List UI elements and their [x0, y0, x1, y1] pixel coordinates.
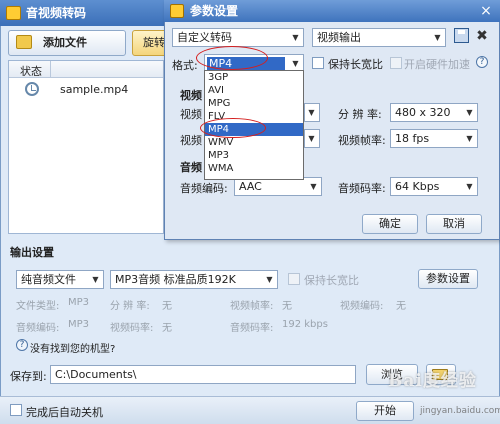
column-divider[interactable]	[50, 61, 51, 78]
audio-codec-label: 音频编码:	[180, 182, 228, 195]
audio-section-label: 音频	[180, 161, 202, 174]
summary-label: 文件类型:	[16, 301, 60, 312]
audio-codec-value: AAC	[239, 180, 262, 193]
chevron-down-icon: ▼	[466, 134, 473, 143]
app-icon	[6, 6, 21, 20]
summary-label: 分 辨 率:	[110, 301, 150, 312]
summary-value: 无	[396, 301, 406, 312]
output-settings-label: 输出设置	[10, 246, 54, 259]
file-list-item[interactable]: sample.mp4	[60, 83, 128, 96]
output-type-select[interactable]: 纯音频文件 ▼	[16, 270, 104, 289]
param-settings-button[interactable]: 参数设置	[418, 269, 478, 289]
output-keep-ratio-checkbox[interactable]	[288, 273, 300, 285]
fps-select[interactable]: 18 fps ▼	[390, 129, 478, 148]
format-option[interactable]: AVI	[205, 84, 303, 97]
resolution-label: 分 辨 率:	[338, 108, 382, 121]
save-path-input[interactable]: C:\Documents\	[50, 365, 356, 384]
no-device-link[interactable]: 没有找到您的机型?	[30, 340, 115, 355]
hw-accel-label: 开启硬件加速	[404, 58, 470, 71]
summary-value: 无	[282, 301, 292, 312]
format-label: 格式:	[172, 59, 198, 72]
summary-label: 音频编码:	[16, 323, 60, 334]
watermark-url: jingyan.baidu.com	[420, 406, 500, 416]
output-kind-select[interactable]: 视频输出 ▼	[312, 28, 446, 47]
output-keep-ratio-label: 保持长宽比	[304, 274, 359, 287]
chevron-down-icon: ▼	[466, 182, 473, 191]
video-section-label: 视频	[180, 89, 202, 102]
status-column-header[interactable]: 状态	[20, 63, 42, 79]
start-button[interactable]: 开始	[356, 401, 414, 421]
chevron-down-icon: ▼	[434, 33, 441, 42]
highlight-ring	[196, 46, 268, 70]
ok-button[interactable]: 确定	[362, 214, 418, 234]
save-to-label: 保存到:	[10, 370, 47, 383]
format-option[interactable]: 3GP	[205, 71, 303, 84]
format-option[interactable]: MPG	[205, 97, 303, 110]
format-option[interactable]: WMA	[205, 162, 303, 175]
chevron-down-icon: ▼	[92, 275, 99, 284]
highlight-ring	[200, 118, 266, 138]
auto-shutdown-checkbox[interactable]	[10, 404, 22, 416]
output-preset-select[interactable]: MP3音频 标准品质192K ▼	[110, 270, 278, 289]
dialog-title-bar: 参数设置	[164, 0, 500, 22]
chevron-down-icon: ▼	[292, 33, 299, 42]
preset-value: 自定义转码	[177, 31, 232, 44]
video-codec-label: 视频	[180, 108, 202, 121]
preset-select[interactable]: 自定义转码 ▼	[172, 28, 304, 47]
video-codec-select[interactable]: ▼	[304, 103, 320, 122]
chevron-down-icon: ▼	[308, 108, 315, 117]
help-icon[interactable]: ?	[476, 56, 488, 68]
chevron-down-icon: ▼	[310, 182, 317, 191]
pending-clock-icon	[25, 82, 39, 96]
format-option[interactable]: MP3	[205, 149, 303, 162]
resolution-value: 480 x 320	[395, 106, 451, 119]
audio-bitrate-value: 64 Kbps	[395, 180, 440, 193]
fps-value: 18 fps	[395, 132, 430, 145]
auto-shutdown-label: 完成后自动关机	[26, 406, 103, 419]
keep-ratio-checkbox[interactable]	[312, 57, 324, 69]
resolution-select[interactable]: 480 x 320 ▼	[390, 103, 478, 122]
summary-value: 无	[162, 301, 172, 312]
audio-bitrate-select[interactable]: 64 Kbps ▼	[390, 177, 478, 196]
chevron-down-icon: ▼	[266, 275, 273, 284]
fps-label: 视频帧率:	[338, 134, 386, 147]
chevron-down-icon: ▼	[308, 134, 315, 143]
summary-value: 192 kbps	[282, 319, 328, 330]
delete-icon[interactable]: ✖	[474, 28, 490, 44]
summary-value: MP3	[68, 319, 90, 330]
question-icon: ?	[16, 339, 28, 351]
output-preset-value: MP3音频 标准品质192K	[115, 273, 236, 286]
summary-label: 音频码率:	[230, 323, 274, 334]
watermark-logo: Bai度经验	[388, 371, 477, 391]
summary-value: MP3	[68, 297, 90, 308]
save-icon[interactable]	[454, 28, 469, 43]
cancel-button[interactable]: 取消	[426, 214, 482, 234]
output-kind-value: 视频输出	[317, 31, 361, 44]
folder-add-icon	[16, 35, 32, 49]
summary-label: 视频帧率:	[230, 301, 274, 312]
output-type-value: 纯音频文件	[21, 273, 76, 286]
chevron-down-icon: ▼	[466, 108, 473, 117]
summary-label: 视频码率:	[110, 323, 154, 334]
video-bitrate-label: 视频	[180, 134, 202, 147]
format-option[interactable]: WMV	[205, 136, 303, 149]
summary-label: 视频编码:	[340, 301, 384, 312]
close-icon[interactable]: ×	[478, 3, 494, 19]
summary-value: 无	[162, 323, 172, 334]
hw-accel-checkbox[interactable]	[390, 57, 402, 69]
video-bitrate-select[interactable]: ▼	[304, 129, 320, 148]
keep-ratio-label: 保持长宽比	[328, 58, 383, 71]
dialog-app-icon	[170, 4, 184, 18]
audio-bitrate-label: 音频码率:	[338, 182, 386, 195]
